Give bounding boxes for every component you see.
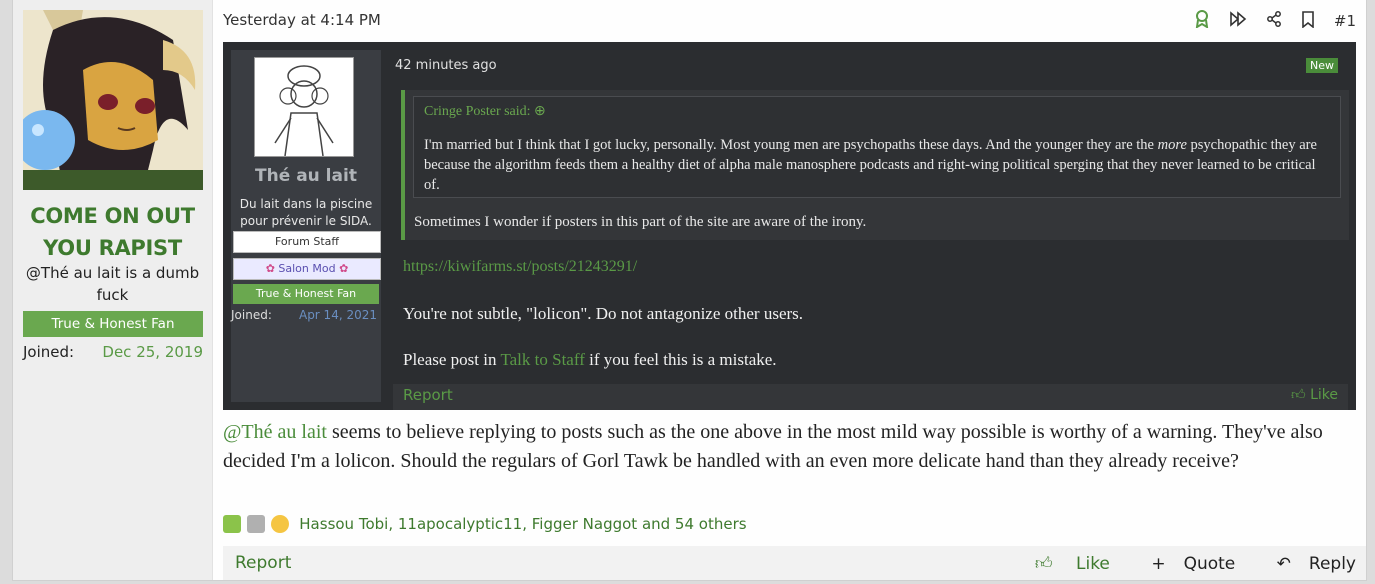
screenshot-joined-row: Joined: Apr 14, 2021 <box>231 308 377 322</box>
quote-author: Cringe Poster said: <box>424 104 531 119</box>
reactions-bar[interactable]: Hassou Tobi, 11apocalyptic11, Figger Nag… <box>223 513 747 537</box>
screenshot-joined-value: Apr 14, 2021 <box>298 308 377 322</box>
thinking-reaction-icon <box>271 514 290 533</box>
screenshot-avatar <box>254 57 354 157</box>
screenshot-paragraph-1: You're not subtle, "lolicon". Do not ant… <box>403 304 804 323</box>
quote-text-em: more <box>1157 137 1187 153</box>
post-timestamp[interactable]: Yesterday at 4:14 PM <box>223 11 381 29</box>
joined-row: Joined: Dec 25, 2019 <box>23 343 203 361</box>
screenshot-user-title: Du lait dans la piscine pour prévenir le… <box>239 197 373 228</box>
talk-to-staff-link: Talk to Staff <box>500 350 585 369</box>
arrow-up-circle-icon: ⊕ <box>534 104 546 119</box>
post-footer: Report 👍︎ Like + Quote ↶ Reply <box>223 546 1366 580</box>
screenshot-banner-staff: Forum Staff <box>233 231 381 253</box>
avatar[interactable] <box>23 10 203 190</box>
puzzle-reaction-icon <box>223 514 241 533</box>
quote-inner: Cringe Poster said: ⊕ I'm married but I … <box>413 96 1341 198</box>
screenshot-paragraph-2: Please post in Talk to Staff if you feel… <box>403 350 777 370</box>
para2-b: if you feel this is a mistake. <box>584 350 777 369</box>
like-button[interactable]: 👍︎ Like <box>1017 554 1110 574</box>
report-link[interactable]: Report <box>235 553 291 573</box>
like-label: Like <box>1076 554 1110 574</box>
post-sidebar: COME ON OUT YOU RAPIST @Thé au lait is a… <box>13 0 213 580</box>
quote-text: I'm married but I think that I got lucky… <box>424 135 1319 195</box>
post-body-text: seems to believe replying to posts such … <box>223 421 1323 472</box>
screenshot-banner-mod-label: Salon Mod <box>278 262 336 275</box>
screenshot-like-label: Like <box>1310 387 1338 403</box>
new-badge: New <box>1306 58 1338 73</box>
quote-text-1: I'm married but I think that I got lucky… <box>424 137 1158 153</box>
quote-attribution: Cringe Poster said: ⊕ <box>424 103 546 120</box>
screenshot-like: 👍︎ Like <box>1291 386 1338 403</box>
screenshot-link: https://kiwifarms.st/posts/21243291/ <box>403 258 638 275</box>
para2-a: Please post in <box>403 350 501 369</box>
user-banner: True & Honest Fan <box>23 311 203 337</box>
post-body: @Thé au lait seems to believe replying t… <box>223 418 1363 476</box>
reply-arrow-icon: ↶ <box>1276 554 1291 574</box>
user-mention[interactable]: @Thé au lait <box>223 421 327 443</box>
reaction-names[interactable]: Hassou Tobi, 11apocalyptic11, Figger Nag… <box>299 515 746 533</box>
screenshot-time: 42 minutes ago <box>395 58 497 73</box>
screenshot-quote-block: Cringe Poster said: ⊕ I'm married but I … <box>401 90 1349 240</box>
quote-label: Quote <box>1183 554 1236 574</box>
screenshot-username: Thé au lait <box>255 166 357 186</box>
post-main: Yesterday at 4:14 PM #1 Thé au lait Du l… <box>223 0 1366 580</box>
post-tools: #1 <box>1180 10 1356 32</box>
thumbs-up-icon: 👍︎ <box>1034 554 1053 574</box>
thumbs-up-icon: 👍︎ <box>1290 387 1306 403</box>
fast-forward-icon[interactable] <box>1229 11 1247 31</box>
bookmark-icon[interactable] <box>1301 10 1315 32</box>
share-icon[interactable] <box>1266 11 1282 31</box>
post-number[interactable]: #1 <box>1334 12 1356 30</box>
flower-icon: ✿ <box>339 262 349 275</box>
screenshot-report: Report <box>403 386 453 404</box>
flower-icon: ✿ <box>265 262 275 275</box>
screenshot-banner-mod: ✿ Salon Mod ✿ <box>233 258 381 280</box>
screenshot-joined-label: Joined: <box>231 308 272 322</box>
user-title: @Thé au lait is a dumb fuck <box>25 264 200 304</box>
post: COME ON OUT YOU RAPIST @Thé au lait is a… <box>12 0 1367 581</box>
screenshot-sidebar: Thé au lait Du lait dans la piscine pour… <box>231 50 381 402</box>
after-quote-text: Sometimes I wonder if posters in this pa… <box>414 214 867 230</box>
screenshot-footer: Report 👍︎ Like <box>393 384 1348 410</box>
award-icon[interactable] <box>1194 10 1210 32</box>
joined-value: Dec 25, 2019 <box>102 343 203 361</box>
username[interactable]: COME ON OUT YOU RAPIST <box>13 200 212 264</box>
embedded-screenshot: Thé au lait Du lait dans la piscine pour… <box>223 42 1356 410</box>
plus-icon: + <box>1151 554 1166 574</box>
screenshot-content: 42 minutes ago New Cringe Poster said: ⊕… <box>393 50 1349 410</box>
screenshot-banner-fan: True & Honest Fan <box>233 284 379 304</box>
post-actions: 👍︎ Like + Quote ↶ Reply <box>999 553 1356 574</box>
reply-label: Reply <box>1308 554 1356 574</box>
quote-button[interactable]: + Quote <box>1133 554 1235 574</box>
reply-button[interactable]: ↶ Reply <box>1259 554 1356 574</box>
joined-label: Joined: <box>23 343 75 361</box>
column-reaction-icon <box>247 514 266 533</box>
